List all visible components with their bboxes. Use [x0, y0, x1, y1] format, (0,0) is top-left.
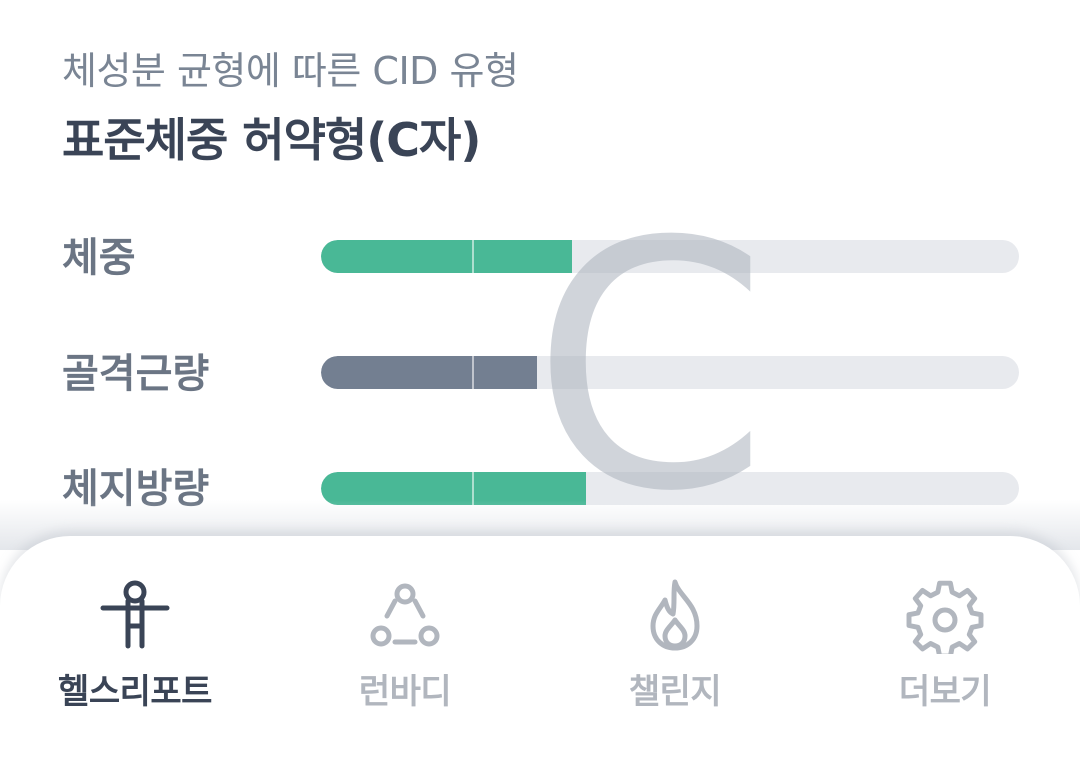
nav-item-challenge[interactable]: 챌린지 — [555, 574, 795, 724]
metric-fill-muscle — [321, 356, 538, 389]
nav-label: 챌린지 — [628, 672, 722, 712]
metric-label-muscle: 골격근량 — [62, 351, 210, 397]
nav-label: 더보기 — [898, 672, 992, 712]
bar-divider — [472, 240, 474, 273]
cid-subtitle: 체성분 균형에 따른 CID 유형 — [62, 49, 519, 93]
nav-item-more[interactable]: 더보기 — [825, 574, 1065, 724]
metric-fill-weight — [321, 240, 573, 273]
gear-icon — [906, 580, 984, 654]
network-icon — [370, 583, 440, 647]
nav-label: 런바디 — [358, 672, 452, 712]
flame-icon — [650, 579, 700, 651]
nav-item-health-report[interactable]: 헬스리포트 — [15, 574, 255, 724]
metric-bar-weight — [321, 240, 1019, 273]
metric-label-weight: 체중 — [62, 235, 136, 281]
cid-type-screen: 체성분 균형에 따른 CID 유형 표준체중 허약형(C자) 체중 골격근량 체… — [0, 0, 1080, 758]
cid-type-title: 표준체중 허약형(C자) — [62, 113, 481, 167]
metric-bar-muscle — [321, 356, 1019, 389]
bottom-nav: 헬스리포트 런바디 챌린지 더보기 — [0, 536, 1080, 758]
person-icon — [100, 580, 170, 649]
bar-divider — [472, 356, 474, 389]
nav-label: 헬스리포트 — [58, 672, 212, 712]
nav-item-runbody[interactable]: 런바디 — [285, 574, 525, 724]
